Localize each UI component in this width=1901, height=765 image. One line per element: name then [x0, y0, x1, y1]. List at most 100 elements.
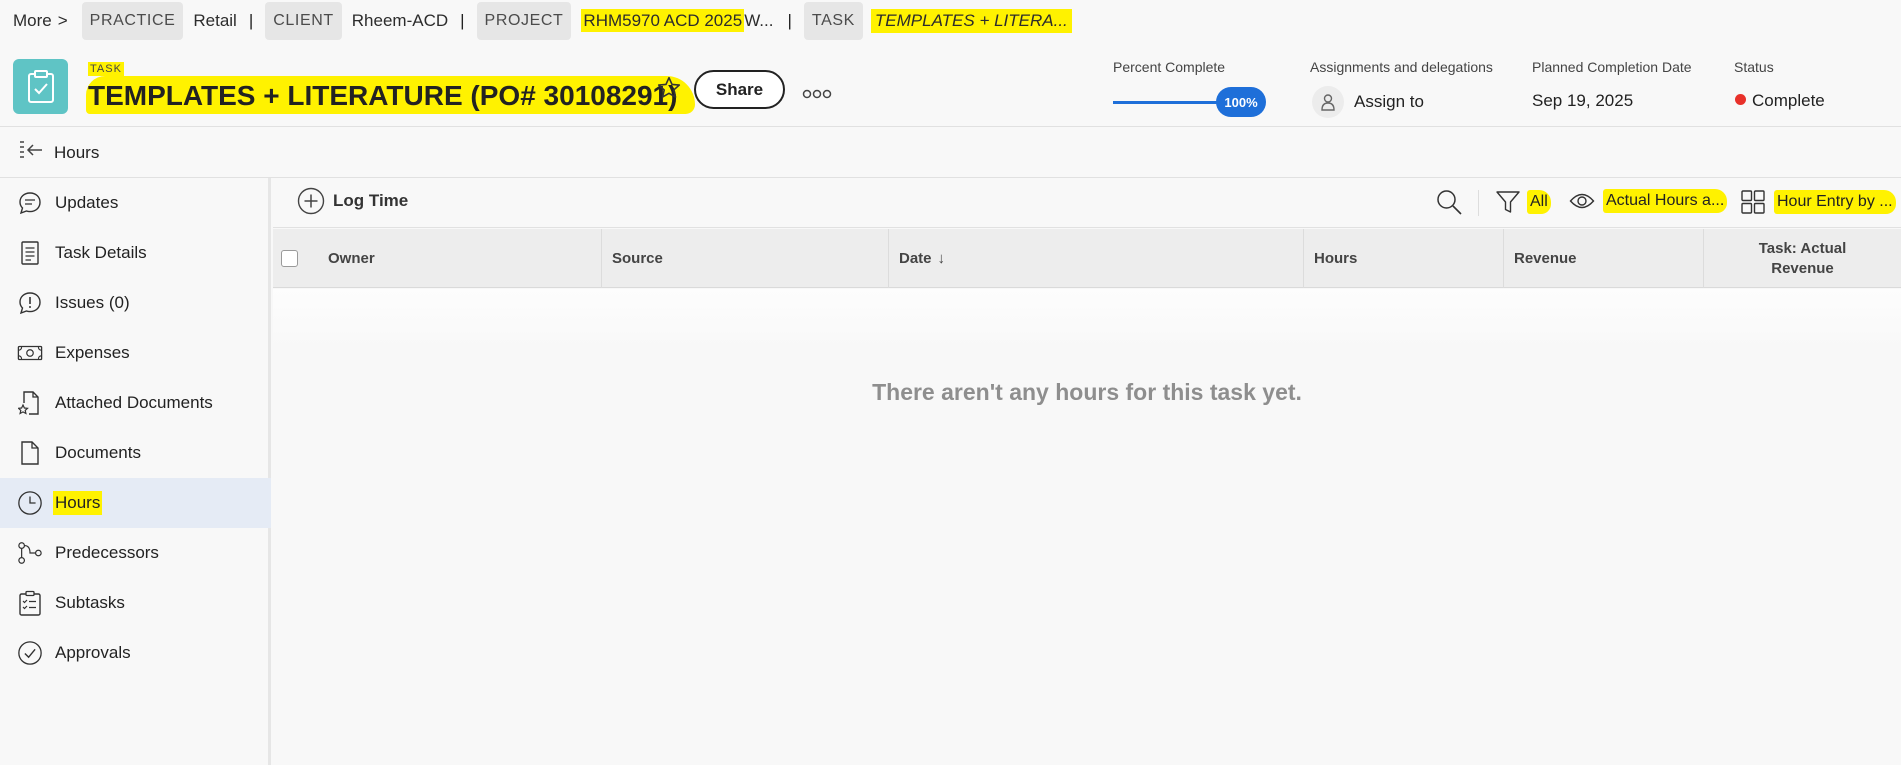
sidebar-item-label: Approvals	[55, 643, 131, 662]
money-icon	[17, 340, 43, 366]
filter-icon	[1496, 191, 1520, 213]
document-lines-icon	[17, 240, 43, 266]
breadcrumb-project-link[interactable]: RHM5970 ACD 2025 W...	[581, 9, 773, 32]
page-title: TEMPLATES + LITERATURE (PO# 30108291)	[86, 76, 696, 114]
panel-back-row[interactable]: Hours	[0, 128, 1901, 178]
sidebar-item-predecessors[interactable]: Predecessors	[0, 528, 271, 578]
grouping-label[interactable]: Hour Entry by ...	[1774, 190, 1896, 214]
sidebar-item-label: Task Details	[55, 243, 147, 262]
sidebar-item-label: Hours	[53, 491, 103, 515]
sidebar-item-subtasks[interactable]: Subtasks	[0, 578, 271, 628]
panel-title: Hours	[54, 142, 100, 162]
view-button[interactable]: Actual Hours a...	[1569, 189, 1728, 213]
collapse-panel-icon[interactable]	[18, 139, 44, 166]
breadcrumb: More > PRACTICE Retail | CLIENT Rheem-ACD…	[0, 0, 1901, 42]
breadcrumb-task-tag: TASK	[803, 2, 863, 40]
more-options-icon[interactable]	[802, 86, 832, 104]
breadcrumb-client-link[interactable]: Rheem-ACD	[352, 11, 448, 31]
assignments-label: Assignments and delegations	[1310, 59, 1493, 75]
column-header-label[interactable]: Task: Actual Revenue	[1748, 239, 1858, 279]
grid-icon	[1741, 190, 1765, 214]
task-header: TASK TEMPLATES + LITERATURE (PO# 3010829…	[0, 42, 1901, 127]
sidebar-item-issues[interactable]: Issues (0)	[0, 278, 271, 328]
clock-icon	[17, 490, 43, 516]
column-header-owner[interactable]: Owner	[318, 229, 558, 288]
breadcrumb-separator: |	[460, 11, 465, 30]
empty-state-message: There aren't any hours for this task yet…	[872, 379, 1302, 405]
breadcrumb-client-tag: CLIENT	[265, 2, 342, 40]
breadcrumb-task-link[interactable]: TEMPLATES + LITERA...	[870, 9, 1072, 33]
filter-button[interactable]: All	[1495, 189, 1551, 215]
hours-panel: Log Time All Actual Hours a... Hour Entr…	[273, 178, 1901, 765]
breadcrumb-project-highlighted[interactable]: RHM5970 ACD 2025	[581, 9, 745, 32]
breadcrumb-project-rest[interactable]: W...	[744, 11, 773, 30]
column-header-source[interactable]: Source	[601, 229, 888, 288]
hours-toolbar: Log Time All Actual Hours a... Hour Entr…	[273, 178, 1901, 228]
speech-bubble-icon	[17, 190, 43, 216]
status-indicator	[1735, 94, 1746, 105]
checklist-icon	[17, 590, 43, 616]
sort-descending-icon[interactable]: ↓	[938, 250, 946, 267]
percent-complete-slider[interactable]	[1113, 101, 1231, 104]
sidebar-item-label: Subtasks	[55, 593, 125, 612]
issue-bubble-icon	[17, 290, 43, 316]
percent-complete-value[interactable]: 100%	[1216, 87, 1266, 117]
table-header: Owner Source Date ↓ Hours Revenue Task: A…	[273, 229, 1901, 288]
clipboard-check-icon	[13, 59, 68, 114]
plus-circle-icon	[297, 187, 325, 215]
star-icon[interactable]	[656, 75, 682, 106]
breadcrumb-separator: |	[248, 11, 254, 30]
predecessors-icon	[17, 540, 43, 566]
sidebar-item-label: Issues (0)	[55, 293, 130, 312]
share-button[interactable]: Share	[694, 70, 785, 109]
breadcrumb-more-label[interactable]: More	[13, 11, 52, 30]
column-header-label[interactable]: Hours	[1314, 250, 1357, 267]
sidebar-item-task-details[interactable]: Task Details	[0, 228, 271, 278]
column-header-label[interactable]: Source	[612, 250, 663, 267]
sidebar-item-label: Expenses	[55, 343, 130, 362]
sidebar-item-hours[interactable]: Hours	[0, 478, 271, 528]
sidebar-item-documents[interactable]: Documents	[0, 428, 271, 478]
breadcrumb-practice-link[interactable]: Retail	[193, 11, 236, 31]
column-header-task-actual-revenue[interactable]: Task: Actual Revenue	[1703, 229, 1901, 288]
breadcrumb-project-tag: PROJECT	[476, 2, 572, 40]
assign-to-label[interactable]: Assign to	[1354, 92, 1424, 112]
log-time-button[interactable]: Log Time	[297, 187, 408, 215]
view-label[interactable]: Actual Hours a...	[1603, 189, 1728, 213]
check-circle-icon	[17, 640, 43, 666]
table-body: There aren't any hours for this task yet…	[273, 289, 1901, 765]
column-header-label[interactable]: Revenue	[1514, 250, 1577, 267]
breadcrumb-separator: |	[787, 11, 792, 30]
column-header-label[interactable]: Owner	[328, 250, 375, 267]
sidebar-item-label: Predecessors	[55, 543, 159, 562]
grouping-button[interactable]: Hour Entry by ...	[1740, 189, 1896, 215]
column-header-label[interactable]: Date	[899, 250, 932, 267]
breadcrumb-practice-tag: PRACTICE	[81, 2, 184, 40]
status-value[interactable]: Complete	[1752, 91, 1825, 111]
sidebar-item-approvals[interactable]: Approvals	[0, 628, 271, 678]
chevron-right-icon: >	[57, 11, 68, 30]
sidebar-item-updates[interactable]: Updates	[0, 178, 271, 228]
sidebar: Updates Task Details Issues (0) Expenses…	[0, 178, 271, 765]
assign-to-button[interactable]: Assign to	[1312, 86, 1424, 118]
column-header-date[interactable]: Date ↓	[888, 229, 1328, 288]
user-icon	[1312, 86, 1344, 118]
starred-document-icon	[17, 390, 43, 416]
column-header-revenue[interactable]: Revenue	[1503, 229, 1703, 288]
sidebar-item-label: Updates	[55, 193, 119, 212]
select-all-checkbox[interactable]	[281, 250, 298, 267]
filter-label[interactable]: All	[1527, 190, 1551, 214]
breadcrumb-more[interactable]: More >	[13, 11, 68, 31]
planned-completion-label: Planned Completion Date	[1532, 59, 1692, 75]
sidebar-item-label: Attached Documents	[55, 393, 213, 412]
toolbar-divider	[1478, 190, 1479, 216]
sidebar-item-attached-documents[interactable]: Attached Documents	[0, 378, 271, 428]
planned-completion-value[interactable]: Sep 19, 2025	[1532, 91, 1633, 111]
sidebar-item-expenses[interactable]: Expenses	[0, 328, 271, 378]
status-label: Status	[1734, 59, 1774, 75]
search-icon[interactable]	[1435, 188, 1463, 221]
column-header-hours[interactable]: Hours	[1303, 229, 1503, 288]
log-time-label[interactable]: Log Time	[333, 191, 408, 211]
document-icon	[17, 440, 43, 466]
task-type-label: TASK	[88, 62, 124, 76]
